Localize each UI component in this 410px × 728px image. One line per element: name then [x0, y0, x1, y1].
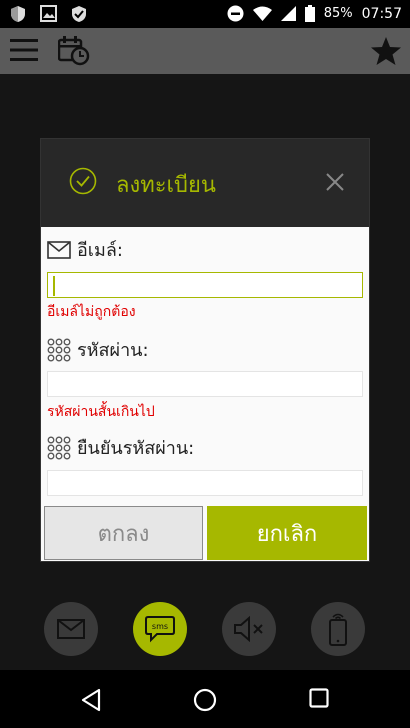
back-icon[interactable] — [80, 688, 102, 712]
email-label: อีเมล์: — [77, 240, 123, 261]
keypad-icon — [47, 436, 71, 459]
bottom-actions: sms — [0, 602, 410, 658]
dialog-header: ลงทะเบียน — [41, 139, 369, 227]
phone-ring-icon — [329, 613, 347, 646]
status-left-icons — [10, 5, 87, 23]
envelope-icon — [47, 240, 71, 259]
password-label-row: รหัสผ่าน: — [47, 335, 149, 364]
sms-icon: sms — [145, 616, 175, 643]
cancel-button[interactable]: ยกเลิก — [207, 506, 367, 560]
star-icon[interactable] — [370, 36, 402, 66]
do-not-disturb-icon — [227, 5, 244, 22]
sms-text: sms — [152, 622, 168, 631]
confirm-password-field[interactable] — [47, 470, 363, 496]
confirm-password-label: ยืนยันรหัสผ่าน: — [77, 438, 195, 459]
dialog-title: ลงทะเบียน — [116, 173, 216, 198]
clock: 07:57 — [361, 5, 402, 22]
password-error: รหัสผ่านสั้นเกินไป — [47, 404, 155, 420]
keypad-icon — [47, 338, 71, 361]
home-icon[interactable] — [193, 688, 217, 712]
nav-bar — [0, 672, 410, 728]
calendar-clock-icon[interactable] — [58, 36, 90, 66]
shield-icon — [11, 6, 25, 22]
status-right-icons: 85% 07:57 — [227, 5, 402, 22]
shield-check-icon — [72, 6, 86, 22]
email-label-row: อีเมล์: — [47, 235, 123, 264]
wifi-icon — [252, 6, 272, 21]
email-error: อีเมล์ไม่ถูกต้อง — [47, 304, 136, 320]
app-bar — [0, 28, 410, 74]
recents-icon[interactable] — [309, 688, 329, 708]
check-circle-icon — [69, 167, 97, 195]
close-icon[interactable] — [325, 172, 345, 192]
sms-action-button[interactable]: sms — [133, 602, 187, 656]
battery-icon — [304, 5, 315, 22]
password-field[interactable] — [47, 371, 363, 397]
status-bar: 85% 07:57 — [0, 0, 410, 28]
email-action-button[interactable] — [44, 602, 98, 656]
image-icon — [40, 5, 57, 22]
email-icon — [57, 619, 85, 639]
mute-action-button[interactable] — [222, 602, 276, 656]
ok-button[interactable]: ตกลง — [44, 506, 203, 560]
password-label: รหัสผ่าน: — [77, 340, 149, 361]
email-field[interactable] — [47, 272, 363, 298]
menu-icon[interactable] — [10, 38, 38, 62]
text-cursor — [53, 276, 55, 296]
register-dialog: ลงทะเบียน อีเมล์: อีเมล์ไม่ถูกต้อง รหัสผ… — [41, 139, 369, 561]
mute-icon — [234, 616, 263, 642]
phone-action-button[interactable] — [311, 602, 365, 656]
confirm-password-label-row: ยืนยันรหัสผ่าน: — [47, 433, 194, 462]
signal-icon — [280, 6, 296, 21]
battery-percent: 85% — [323, 6, 353, 21]
